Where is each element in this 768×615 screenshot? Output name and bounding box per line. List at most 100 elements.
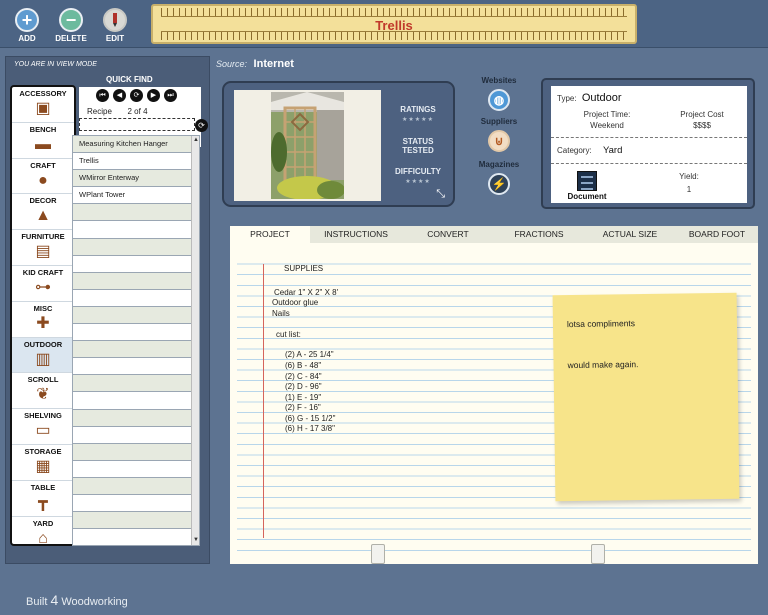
search-icon[interactable]: ⟳ <box>195 119 208 132</box>
list-item-empty <box>73 477 199 495</box>
category-list: ACCESSORY ▣ BENCH ▬ CRAFT ● DECOR ▲ FURNITUR… <box>10 85 76 547</box>
list-item[interactable]: WPlant Tower <box>73 187 199 205</box>
magazines-link[interactable]: Magazines ⚡ <box>469 160 529 195</box>
category-label: CRAFT <box>30 160 56 170</box>
category-scroll[interactable]: SCROLL ❦ <box>12 373 74 410</box>
info-card: Type: Outdoor Project Time: Weekend Proj… <box>541 78 755 209</box>
tab-convert[interactable]: CONVERT <box>402 226 494 243</box>
list-item-empty <box>73 494 199 513</box>
list-item-empty <box>73 341 199 359</box>
table-icon: ┳ <box>38 493 48 511</box>
list-item[interactable]: Trellis <box>73 153 199 171</box>
tab-project[interactable]: PROJECT <box>230 226 310 243</box>
supply-item: Cedar 1" X 2" X 8' <box>274 288 339 297</box>
prev-icon[interactable]: ◀ <box>113 89 126 102</box>
category-misc[interactable]: MISC ✚ <box>12 302 74 338</box>
tab-fractions[interactable]: FRACTIONS <box>494 226 584 243</box>
category-value: Yard <box>603 145 623 156</box>
category-decor[interactable]: DECOR ▲ <box>12 194 74 231</box>
first-icon[interactable]: ⏮ <box>96 89 109 102</box>
difficulty-stars[interactable]: ★★★★ <box>387 178 449 185</box>
tab-actual-size[interactable]: ACTUAL SIZE <box>584 226 676 243</box>
category-shelving[interactable]: SHELVING ▭ <box>12 409 74 445</box>
accessory-icon: ▣ <box>35 100 51 117</box>
category-accessory[interactable]: ACCESSORY ▣ <box>12 87 74 123</box>
list-item-empty <box>73 221 199 239</box>
list-item-empty <box>73 358 199 376</box>
project-time-label: Project Time: <box>583 110 631 119</box>
category-furniture[interactable]: FURNITURE ▤ <box>12 230 74 266</box>
suppliers-link[interactable]: Suppliers ⊍ <box>469 117 529 152</box>
source-label: Source: <box>216 59 248 69</box>
delete-button[interactable]: − DELETE <box>48 8 94 43</box>
list-item[interactable]: Measuring Kitchen Hanger <box>73 136 199 154</box>
category-label: KID CRAFT <box>22 267 64 277</box>
category-label: STORAGE <box>24 446 62 456</box>
cut-item: (6) B - 48" <box>285 361 322 370</box>
cut-item: (6) H - 17 3/8" <box>285 424 335 433</box>
category-storage[interactable]: STORAGE ▦ <box>12 445 74 481</box>
list-item-empty <box>73 426 199 444</box>
category-label: SHELVING <box>24 411 62 421</box>
category-kid-craft[interactable]: KID CRAFT ⊶ <box>12 266 74 302</box>
category-table[interactable]: TABLE ┳ <box>12 481 74 517</box>
document-icon[interactable] <box>577 171 597 191</box>
category-yard[interactable]: YARD ⌂ <box>12 517 74 553</box>
list-item-empty <box>73 255 199 273</box>
view-mode-text: YOU ARE IN VIEW MODE <box>14 61 97 68</box>
pencil-icon <box>103 8 127 32</box>
category-label: ACCESSORY <box>19 89 67 98</box>
category-outdoor[interactable]: OUTDOOR ▥ <box>12 337 74 374</box>
category-label: Category: <box>557 146 592 155</box>
source-value: Internet <box>253 58 294 70</box>
list-item-empty <box>73 272 199 290</box>
source-line: Source: Internet <box>216 58 294 70</box>
sticky-note-line: lotsa compliments <box>566 318 636 330</box>
recipe-total: 4 <box>143 107 148 116</box>
status-value: TESTED <box>402 146 434 155</box>
next-icon[interactable]: ▶ <box>147 89 160 102</box>
project-photo[interactable] <box>271 92 344 199</box>
scroll-down-icon[interactable]: ▼ <box>192 536 200 545</box>
recipe-counter: Recipe 2 of 4 <box>87 107 148 116</box>
last-icon[interactable]: ⏭ <box>164 89 177 102</box>
type-value: Outdoor <box>581 92 622 104</box>
scroll-up-icon[interactable]: ▲ <box>192 136 200 145</box>
binder-clip-right <box>591 544 605 564</box>
category-label: MISC <box>33 303 53 313</box>
category-craft[interactable]: CRAFT ● <box>12 159 74 195</box>
sticky-note-line: would make again. <box>567 359 639 371</box>
category-label: BENCH <box>29 124 57 134</box>
list-scrollbar[interactable]: ▲ ▼ <box>191 136 199 545</box>
toolbar: + ADD − DELETE EDIT Trellis <box>0 0 768 48</box>
websites-link[interactable]: Websites ◍ <box>469 76 529 111</box>
list-item-empty <box>73 409 199 427</box>
tab-instructions[interactable]: INSTRUCTIONS <box>310 226 402 243</box>
list-item[interactable]: WMirror Enterway <box>73 170 199 188</box>
cut-item: (1) E - 19" <box>285 393 322 402</box>
divider <box>551 163 747 164</box>
binder-clip-left <box>371 544 385 564</box>
expand-icon[interactable]: ⤡ <box>436 188 445 201</box>
sticky-note[interactable]: lotsa compliments would make again. <box>552 292 740 502</box>
supply-item: Outdoor glue <box>272 298 319 307</box>
shelving-icon: ▭ <box>35 422 51 440</box>
websites-label: Websites <box>481 76 517 85</box>
scroll-icon: ❦ <box>36 386 50 404</box>
yard-icon: ⌂ <box>38 529 48 547</box>
tab-board-foot[interactable]: BOARD FOOT <box>676 226 758 243</box>
add-button[interactable]: + ADD <box>4 8 50 43</box>
ratings-label: RATINGS <box>400 105 436 114</box>
category-bench[interactable]: BENCH ▬ <box>12 123 74 159</box>
ratings-stars[interactable]: ★★★★★ <box>387 116 449 123</box>
edit-button[interactable]: EDIT <box>92 8 138 43</box>
craft-icon: ● <box>38 171 48 189</box>
misc-icon: ✚ <box>36 314 50 332</box>
title-ruler: Trellis <box>151 4 637 44</box>
quick-find-input[interactable] <box>79 118 195 131</box>
refresh-icon[interactable]: ⟳ <box>130 89 143 102</box>
magazines-label: Magazines <box>478 160 520 169</box>
footer: Built 4 Woodworking <box>0 586 768 615</box>
recipe-current: 2 <box>127 107 132 116</box>
list-item-empty <box>73 204 199 222</box>
